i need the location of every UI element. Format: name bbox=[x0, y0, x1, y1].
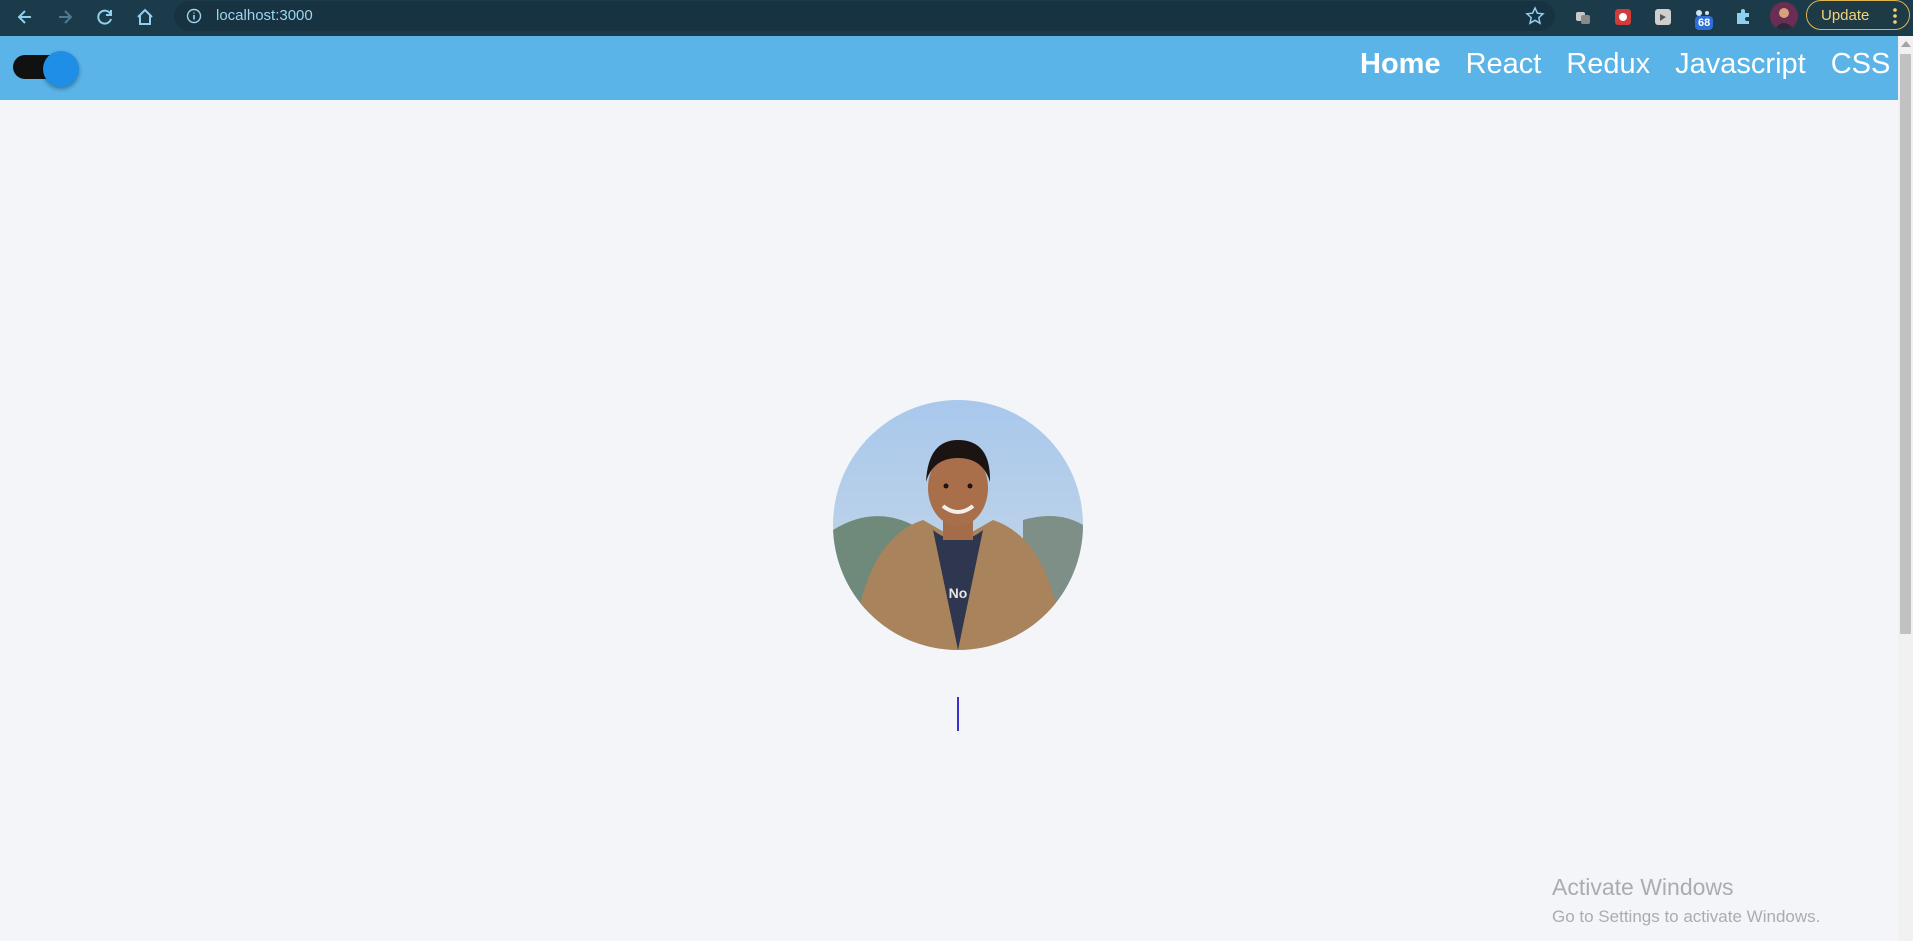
app-header: Home React Redux Javascript CSS bbox=[0, 36, 1898, 100]
address-bar[interactable]: localhost:3000 bbox=[174, 1, 1555, 31]
extension-icon[interactable] bbox=[1610, 4, 1636, 30]
extension-icon[interactable] bbox=[1570, 4, 1596, 30]
nav-css[interactable]: CSS bbox=[1831, 48, 1891, 81]
browser-toolbar: localhost:3000 68 Update bbox=[0, 0, 1913, 36]
home-icon[interactable] bbox=[130, 2, 160, 32]
reload-icon[interactable] bbox=[90, 2, 120, 32]
nav-redux[interactable]: Redux bbox=[1566, 48, 1650, 81]
extension-icon[interactable] bbox=[1650, 4, 1676, 30]
page-scrollbar[interactable] bbox=[1898, 36, 1913, 941]
scroll-up-arrow-icon[interactable] bbox=[1901, 41, 1911, 47]
svg-text:No: No bbox=[949, 585, 968, 601]
back-arrow-icon[interactable] bbox=[10, 2, 40, 32]
update-label: Update bbox=[1821, 6, 1870, 24]
scrollbar-thumb[interactable] bbox=[1900, 54, 1911, 634]
toggle-knob[interactable] bbox=[43, 51, 79, 87]
update-button[interactable]: Update bbox=[1806, 0, 1910, 30]
info-icon[interactable] bbox=[186, 8, 202, 24]
windows-watermark: Activate Windows Go to Settings to activ… bbox=[1552, 874, 1820, 927]
watermark-subtitle: Go to Settings to activate Windows. bbox=[1552, 907, 1821, 926]
puzzle-icon[interactable] bbox=[1730, 4, 1756, 30]
nav-javascript[interactable]: Javascript bbox=[1675, 48, 1806, 81]
url-text[interactable]: localhost:3000 bbox=[216, 7, 313, 24]
watermark-title: Activate Windows bbox=[1552, 874, 1734, 900]
extension-badge: 68 bbox=[1695, 16, 1714, 30]
nav-home[interactable]: Home bbox=[1360, 48, 1441, 81]
bookmark-star-icon[interactable] bbox=[1525, 6, 1545, 26]
nav-react[interactable]: React bbox=[1466, 48, 1542, 81]
theme-toggle[interactable] bbox=[13, 51, 79, 87]
forward-arrow-icon[interactable] bbox=[50, 2, 80, 32]
text-cursor bbox=[957, 697, 959, 731]
menu-dots-icon[interactable] bbox=[1893, 7, 1897, 25]
main-nav: Home React Redux Javascript CSS bbox=[1360, 48, 1890, 81]
profile-avatar[interactable] bbox=[1770, 2, 1798, 30]
profile-photo: No bbox=[833, 400, 1083, 650]
